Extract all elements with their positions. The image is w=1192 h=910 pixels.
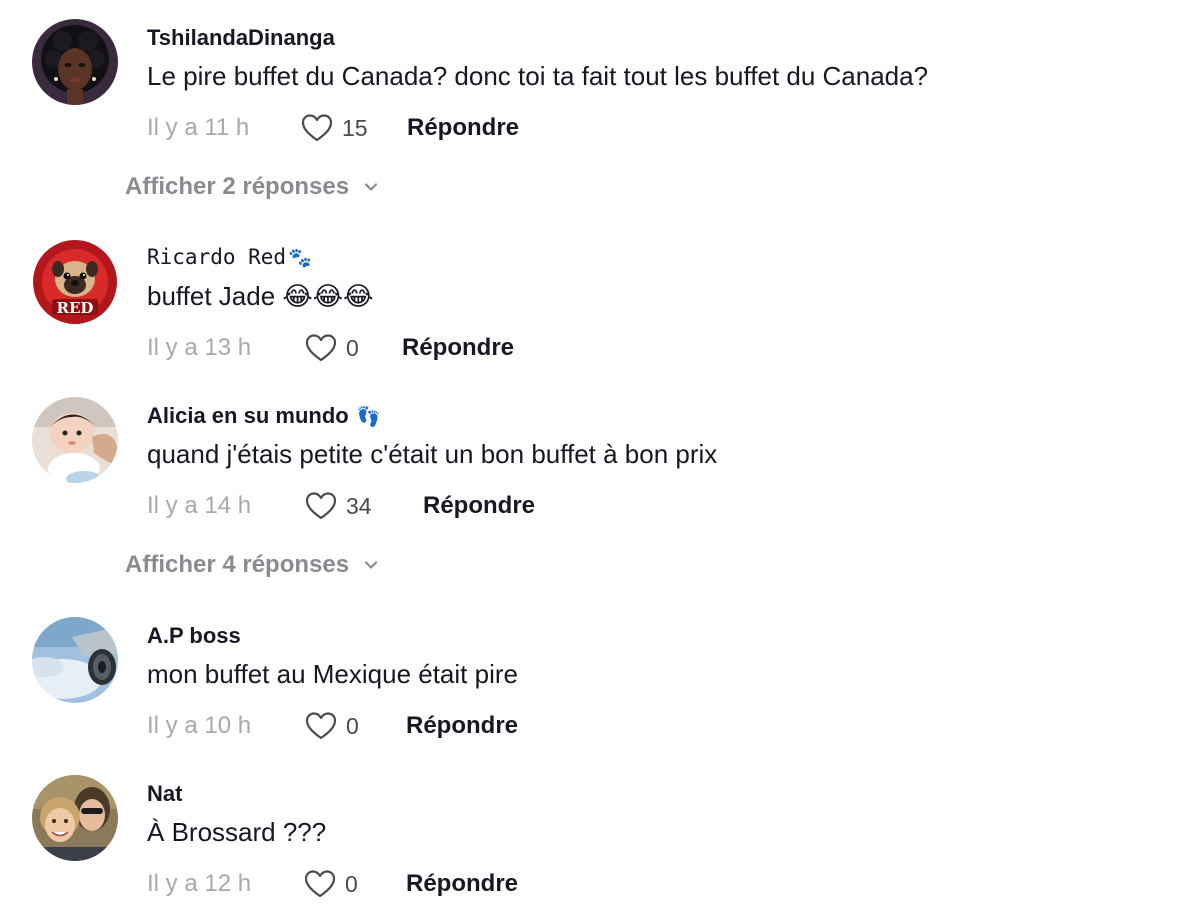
view-replies-button[interactable]: Afficher 2 réponses [125,172,381,202]
chevron-down-icon [364,183,378,191]
comment-item: Nat À Brossard ??? Il y a 12 h 0 Répondr… [0,775,1192,910]
comment-text: Le pire buffet du Canada? donc toi ta fa… [147,61,929,91]
like-count: 0 [346,334,359,361]
comment-meta: Il y a 14 h 34 Répondre [147,489,535,523]
timestamp: Il y a 13 h [147,334,252,361]
timestamp: Il y a 12 h [147,870,252,897]
heart-icon [305,492,337,520]
reply-button[interactable]: Répondre [407,114,519,142]
like-count: 34 [346,492,372,519]
username[interactable]: TshilandaDinanga [147,25,335,51]
avatar-baby [32,397,118,483]
user-avatar[interactable] [32,775,118,861]
view-replies-button[interactable]: Afficher 4 réponses [125,550,381,580]
timestamp: Il y a 11 h [147,114,250,141]
comment-meta: Il y a 13 h 0 Répondre [147,331,514,365]
comment-text: buffet Jade 😂😂😂 [147,281,374,311]
svg-text:RED: RED [57,299,94,317]
comment-text: quand j'étais petite c'était un bon buff… [147,439,718,469]
comment-text: mon buffet au Mexique était pire [147,659,518,689]
username[interactable]: Alicia en su mundo 👣 [147,403,381,429]
like-button[interactable]: 15 [301,113,407,143]
comment-meta: Il y a 12 h 0 Répondre [147,867,518,901]
username-text: Ricardo Red [147,245,287,269]
user-avatar[interactable] [32,617,118,703]
like-button[interactable]: 0 [305,333,402,363]
view-replies-label: Afficher 4 réponses [125,551,350,578]
comments-list: TshilandaDinanga Le pire buffet du Canad… [0,0,1192,910]
reply-button[interactable]: Répondre [402,334,514,362]
reply-button[interactable]: Répondre [406,870,518,898]
user-avatar[interactable] [32,19,118,105]
heart-icon [305,712,337,740]
avatar-airplane-engine-sky [32,617,118,703]
like-count: 0 [345,870,358,897]
comment-item: Alicia en su mundo 👣 quand j'étais petit… [0,397,1192,537]
paw-prints-icon: 🐾 [288,247,312,269]
timestamp: Il y a 14 h [147,492,252,519]
like-button[interactable]: 0 [305,711,406,741]
heart-icon [301,114,333,142]
like-count: 15 [342,114,368,141]
like-button[interactable]: 34 [305,491,423,521]
comment-meta: Il y a 11 h 15 Répondre [147,111,519,145]
user-avatar[interactable]: RED [32,239,118,325]
like-button[interactable]: 0 [304,869,406,899]
heart-icon [305,334,337,362]
reply-button[interactable]: Répondre [406,712,518,740]
comment-meta: Il y a 10 h 0 Répondre [147,709,518,743]
heart-icon [304,870,336,898]
footprints-icon: 👣 [356,407,381,428]
comment-item: TshilandaDinanga Le pire buffet du Canad… [0,19,1192,159]
username[interactable]: Nat [147,781,182,807]
username[interactable]: A.P boss [147,623,241,649]
avatar-pug-red-logo: RED [32,239,118,325]
reply-button[interactable]: Répondre [423,492,535,520]
username-text: Alicia en su mundo [147,403,349,428]
username[interactable]: Ricardo Red 🐾 [147,245,312,269]
comment-text: À Brossard ??? [147,817,327,847]
comment-item: RED Ricardo Red 🐾 buffet Jade 😂😂😂 Il y a … [0,239,1192,379]
avatar-woman-dark-hair [32,19,118,105]
avatar-two-women-selfie [32,775,118,861]
like-count: 0 [346,712,359,739]
chevron-down-icon [364,561,378,569]
user-avatar[interactable] [32,397,118,483]
view-replies-label: Afficher 2 réponses [125,173,350,200]
comment-item: A.P boss mon buffet au Mexique était pir… [0,617,1192,757]
timestamp: Il y a 10 h [147,712,252,739]
